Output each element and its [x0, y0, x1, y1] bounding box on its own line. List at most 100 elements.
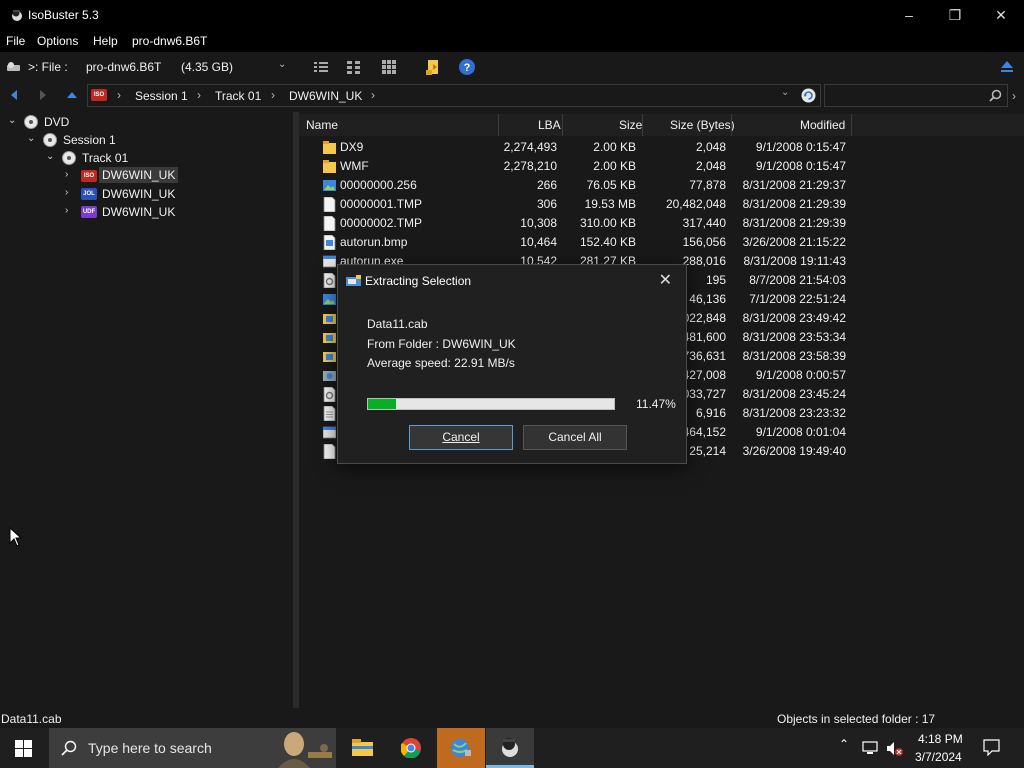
status-object-count: Objects in selected folder : 17 — [777, 712, 936, 726]
eject-icon[interactable] — [998, 58, 1016, 76]
tree-node-track[interactable]: ⌄ Track 01 — [0, 149, 290, 167]
menu-file[interactable]: File — [6, 34, 25, 48]
chevron-right-icon[interactable]: › — [65, 188, 75, 198]
cancel-all-button[interactable]: Cancel All — [523, 425, 627, 450]
forward-arrow-icon[interactable] — [37, 89, 49, 101]
chrome-icon — [401, 738, 421, 758]
column-lba[interactable]: LBA — [538, 118, 561, 132]
extract-file-icon[interactable] — [424, 58, 442, 76]
taskbar-file-explorer[interactable] — [338, 728, 386, 768]
cell-size: 19.53 MB — [584, 197, 636, 211]
disc-icon — [24, 115, 38, 129]
file-explorer-icon — [352, 739, 373, 756]
table-row[interactable]: autorun.bmp 10,464 152.40 KB 156,056 3/26/20… — [299, 232, 859, 251]
drive-selector[interactable]: >: File : pro-dnw6.B6T (4.35 GB) ⌄ — [2, 56, 294, 78]
minimize-button[interactable]: – — [886, 0, 932, 31]
drive-label: >: File : — [28, 60, 68, 74]
column-divider[interactable] — [562, 114, 563, 136]
chevron-down-icon[interactable]: ⌄ — [781, 87, 789, 98]
chevron-up-icon[interactable]: ⌃ — [839, 737, 849, 751]
taskbar-network-app[interactable] — [437, 728, 485, 768]
chevron-down-icon[interactable]: ⌄ — [8, 116, 18, 126]
chevron-right-icon: › — [371, 88, 375, 102]
column-divider[interactable] — [642, 114, 643, 136]
menu-options[interactable]: Options — [37, 34, 78, 48]
chevron-right-icon[interactable]: › — [65, 206, 75, 216]
restore-button[interactable]: ❐ — [932, 0, 978, 31]
network-icon[interactable] — [862, 741, 878, 755]
extract-dialog-icon — [346, 275, 361, 286]
cell-size: 152.40 KB — [579, 235, 636, 249]
menu-image-file[interactable]: pro-dnw6.B6T — [132, 34, 207, 48]
globe-icon — [451, 739, 471, 757]
search-icon[interactable] — [989, 89, 1002, 102]
tree-node-iso-folder[interactable]: › ISO DW6WIN_UK — [0, 167, 290, 185]
dialog-file-name: Data11.cab — [367, 317, 428, 331]
extract-progress-dialog: Extracting Selection ✕ Data11.cab From F… — [337, 264, 687, 464]
dialog-close-button[interactable]: ✕ — [659, 270, 672, 290]
column-modified[interactable]: Modified — [800, 118, 845, 132]
image-file-icon — [323, 178, 336, 193]
back-arrow-icon[interactable] — [8, 89, 20, 101]
cell-lba: 10,464 — [520, 235, 557, 249]
notifications-icon[interactable] — [983, 739, 1000, 756]
disc-icon — [43, 133, 57, 147]
image-file-icon — [323, 292, 336, 307]
isobuster-app-icon — [12, 9, 22, 21]
chevron-down-icon[interactable]: ⌄ — [278, 59, 286, 70]
details-view-icon[interactable] — [345, 58, 363, 76]
taskbar-search-placeholder: Type here to search — [88, 740, 212, 756]
column-name[interactable]: Name — [306, 118, 338, 132]
column-size[interactable]: Size — [619, 118, 642, 132]
chevron-right-icon: › — [117, 88, 121, 102]
column-divider[interactable] — [851, 114, 852, 136]
tree-node-dvd[interactable]: ⌄ DVD — [0, 113, 290, 131]
icons-view-icon[interactable] — [380, 58, 398, 76]
taskbar-isobuster[interactable] — [486, 728, 534, 768]
tree-node-session[interactable]: ⌄ Session 1 — [0, 131, 290, 149]
cancel-button[interactable]: Cancel — [409, 425, 513, 450]
column-divider[interactable] — [731, 114, 732, 136]
dialog-average-speed: Average speed: 22.91 MB/s — [367, 356, 515, 370]
crumb-session[interactable]: Session 1 — [135, 89, 188, 103]
cell-modified: 8/31/2008 23:23:32 — [742, 406, 846, 420]
file-icon — [323, 215, 336, 232]
table-row[interactable]: 00000002.TMP 10,308 310.00 KB 317,440 8/31/2… — [299, 213, 859, 232]
close-button[interactable]: ✕ — [978, 0, 1024, 31]
table-row[interactable]: WMF 2,278,210 2.00 KB 2,048 9/1/2008 0:15:47 — [299, 156, 859, 175]
tree-node-joliet-folder[interactable]: › JOL DW6WIN_UK — [0, 185, 290, 203]
refresh-icon[interactable] — [801, 88, 816, 103]
help-icon[interactable]: ? — [458, 58, 476, 76]
crumb-track[interactable]: Track 01 — [215, 89, 261, 103]
taskbar-chrome[interactable] — [387, 728, 435, 768]
taskbar-clock-time[interactable]: 4:18 PM — [918, 732, 963, 746]
table-row[interactable]: 00000001.TMP 306 19.53 MB 20,482,048 8/31/20… — [299, 194, 859, 213]
column-divider[interactable] — [498, 114, 499, 136]
taskbar-clock-date[interactable]: 3/7/2024 — [915, 750, 962, 764]
chevron-down-icon[interactable]: ⌄ — [46, 152, 56, 162]
chevron-down-icon[interactable]: ⌄ — [27, 134, 37, 144]
taskbar-search-box[interactable]: Type here to search — [49, 728, 336, 768]
breadcrumb[interactable]: ISO › Session 1 › Track 01 › DW6WIN_UK ›… — [87, 84, 821, 107]
windows-start-icon[interactable] — [15, 740, 32, 757]
text-file-icon — [323, 405, 336, 422]
table-row[interactable]: DX9 2,274,493 2.00 KB 2,048 9/1/2008 0:15:47 — [299, 137, 859, 156]
exe-file-icon — [322, 425, 337, 440]
column-size-bytes[interactable]: Size (Bytes) — [670, 118, 735, 132]
up-arrow-icon[interactable] — [66, 89, 78, 101]
search-input[interactable] — [824, 84, 1008, 107]
table-row[interactable]: 00000000.256 266 76.05 KB 77,878 8/31/2008 2… — [299, 175, 859, 194]
cell-size: 2.00 KB — [593, 140, 636, 154]
crumb-folder[interactable]: DW6WIN_UK — [289, 89, 362, 103]
list-view-icon[interactable] — [312, 58, 330, 76]
menu-help[interactable]: Help — [93, 34, 118, 48]
chevron-right-icon[interactable]: › — [65, 170, 75, 180]
cell-modified: 3/26/2008 19:49:40 — [742, 444, 846, 458]
chevron-right-icon[interactable]: › — [1012, 89, 1016, 103]
cell-lba: 2,278,210 — [503, 159, 557, 173]
file-icon — [323, 443, 336, 460]
cell-modified: 9/1/2008 0:15:47 — [755, 140, 846, 154]
udf-badge-icon: UDF — [81, 206, 97, 218]
tree-node-udf-folder[interactable]: › UDF DW6WIN_UK — [0, 203, 290, 221]
volume-muted-icon[interactable] — [886, 741, 904, 756]
